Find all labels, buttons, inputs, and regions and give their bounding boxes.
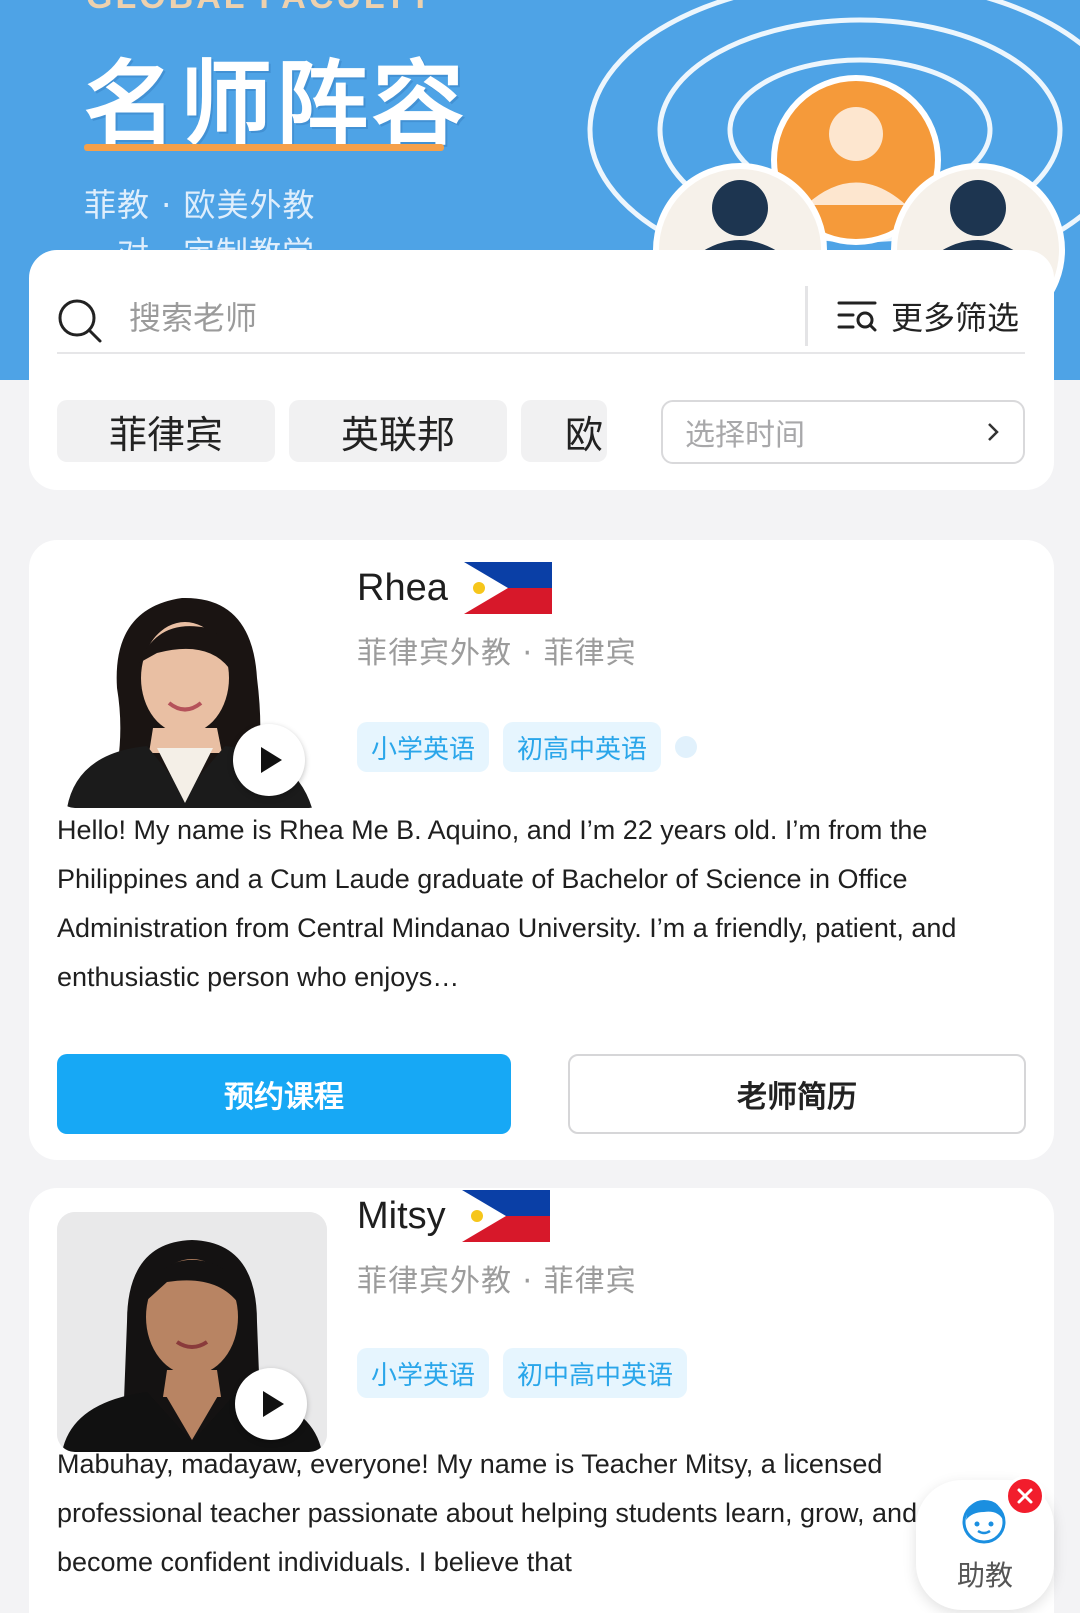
time-select[interactable]: 选择时间: [661, 400, 1025, 464]
assistant-label: 助教: [956, 1559, 1013, 1592]
chip-commonwealth[interactable]: 英联邦: [289, 400, 507, 462]
teacher-meta: 菲律宾外教 · 菲律宾: [357, 1264, 637, 1299]
teacher-photo[interactable]: [57, 1212, 327, 1452]
banner-subtitle: 菲教 · 欧美外教: [84, 186, 316, 224]
chip-europe-america[interactable]: 欧: [521, 400, 607, 462]
philippines-flag-icon: [461, 1190, 550, 1242]
tag-secondary-english: 初中高中英语: [503, 1348, 688, 1398]
intro-video-play-button[interactable]: [235, 1368, 307, 1440]
teacher-tags: 小学英语 初高中英语: [357, 722, 698, 772]
search-filter-panel: 更多筛选 菲律宾 英联邦 欧 选择时间: [29, 250, 1054, 490]
teacher-name: Rhea: [357, 566, 448, 609]
chip-philippines[interactable]: 菲律宾: [57, 400, 275, 462]
more-filters-label: 更多筛选: [891, 299, 1020, 337]
search-icon[interactable]: [57, 298, 103, 344]
tag-primary-english: 小学英语: [357, 1348, 490, 1398]
time-select-placeholder: 选择时间: [685, 418, 805, 453]
more-filters-button[interactable]: 更多筛选: [837, 288, 1037, 344]
teacher-bio: Mabuhay, madayaw, everyone! My name is T…: [57, 1449, 918, 1577]
play-icon: [263, 1391, 284, 1417]
search-bar: 更多筛选: [57, 282, 1025, 354]
teacher-card[interactable]: Mitsy 菲律宾外教 · 菲律宾 小学英语 初中高中英语 Mabuhay, m…: [29, 1188, 1054, 1613]
teacher-photo[interactable]: [57, 568, 327, 808]
teacher-name: Mitsy: [357, 1194, 446, 1237]
teacher-meta: 菲律宾外教 · 菲律宾: [357, 636, 637, 671]
banner-underline: [84, 144, 444, 151]
banner-faint-heading: GLOBAL FACULTY: [86, 0, 435, 17]
teacher-name-row: Mitsy: [357, 1190, 550, 1242]
philippines-flag-icon: [463, 562, 552, 614]
tag-primary-english: 小学英语: [357, 722, 490, 772]
intro-video-play-button[interactable]: [233, 724, 305, 796]
assistant-close-button[interactable]: [1005, 1476, 1045, 1516]
book-course-button[interactable]: 预约课程: [57, 1054, 511, 1134]
region-chip-row: 菲律宾 英联邦 欧 选择时间: [57, 400, 1025, 464]
search-divider: [805, 286, 808, 346]
teacher-resume-button[interactable]: 老师简历: [568, 1054, 1026, 1134]
search-input[interactable]: [129, 296, 729, 340]
play-icon: [261, 747, 282, 773]
teacher-name-row: Rhea: [357, 562, 552, 614]
tag-secondary-english: 初高中英语: [503, 722, 662, 772]
teacher-bio: Hello! My name is Rhea Me B. Aquino, and…: [57, 815, 957, 992]
close-icon: [1017, 1488, 1033, 1504]
teacher-tags: 小学英语 初中高中英语: [357, 1348, 688, 1398]
assistant-avatar-icon: [962, 1500, 1006, 1544]
chevron-right-icon: [988, 423, 999, 441]
filter-list-icon: [837, 301, 877, 332]
more-tags-dot: [675, 736, 698, 758]
teacher-card[interactable]: Rhea 菲律宾外教 · 菲律宾 小学英语 初高中英语 Hello! My na…: [29, 540, 1054, 1160]
